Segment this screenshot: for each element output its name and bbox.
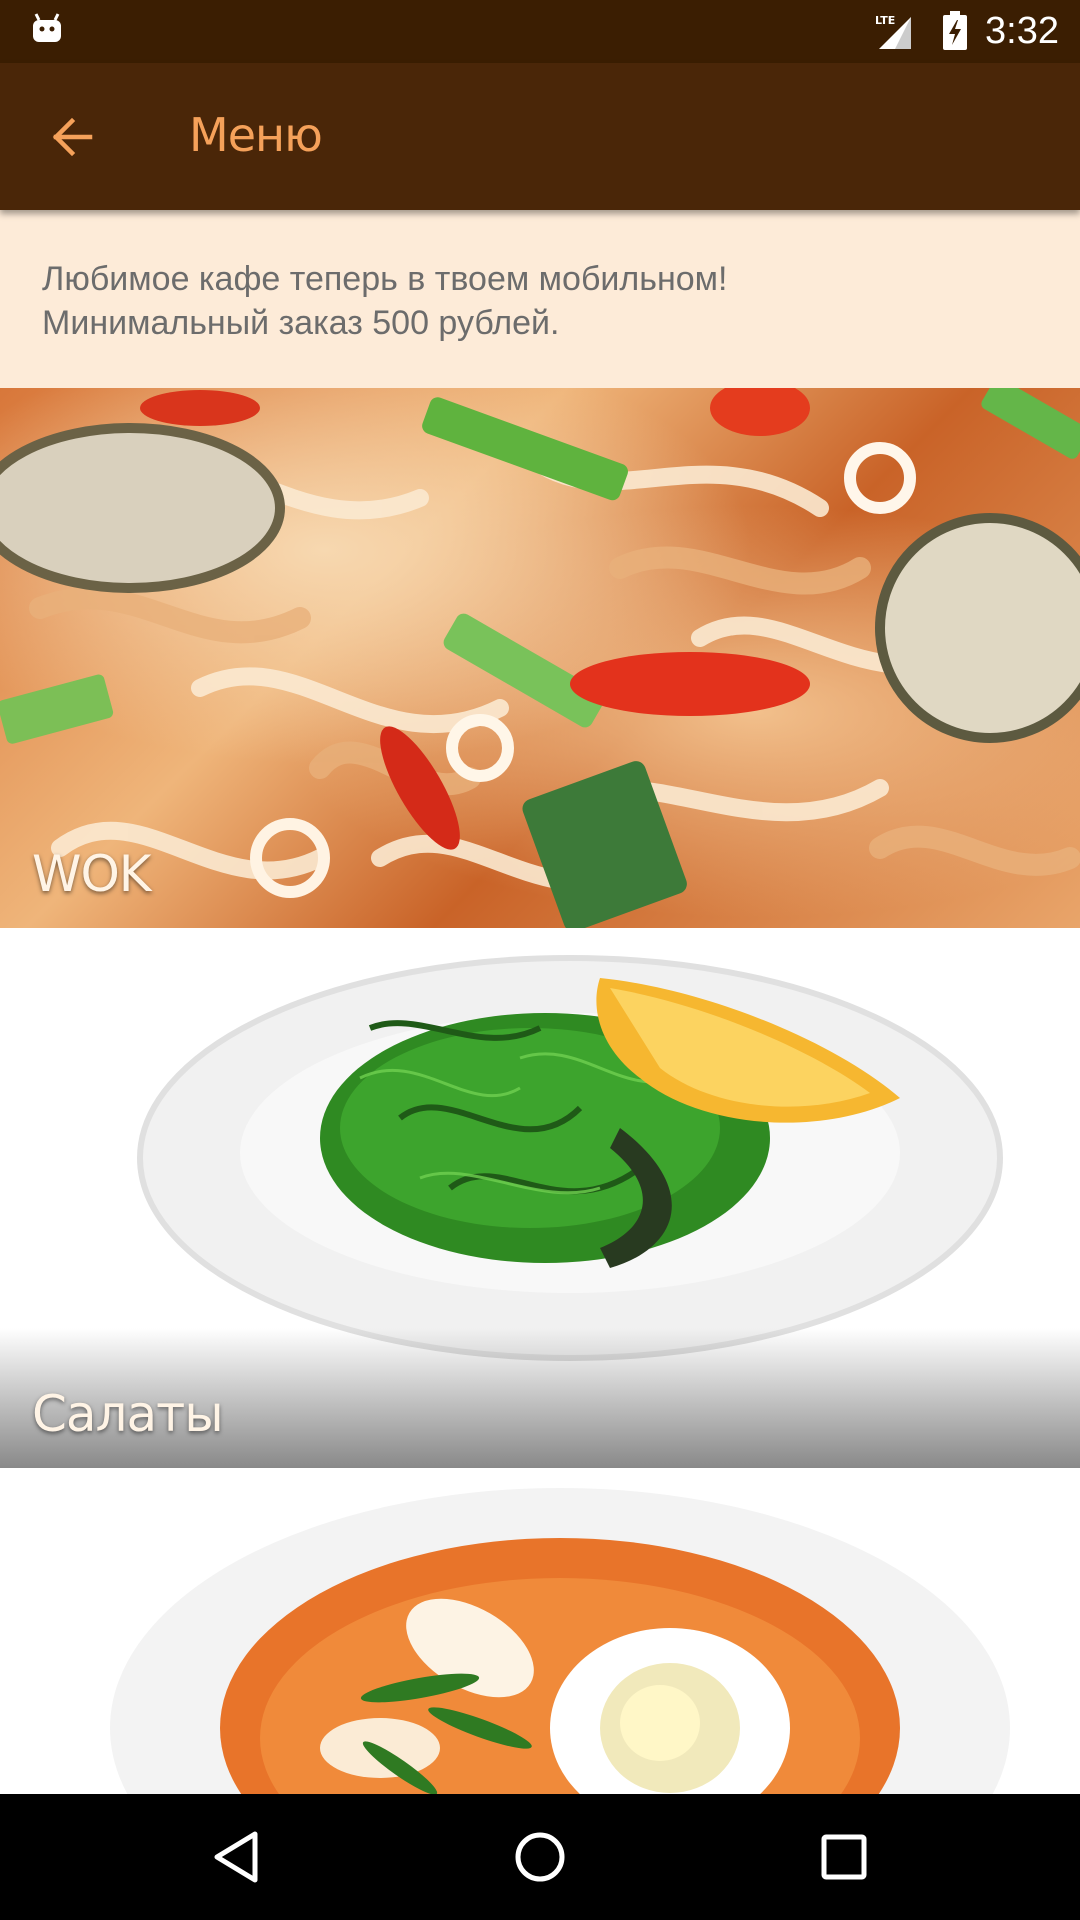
system-nav-bar [0, 1794, 1080, 1920]
lte-label: LTE [875, 14, 895, 27]
nav-back-icon [214, 1831, 258, 1883]
category-label-salads: Салаты [32, 1385, 224, 1443]
category-card-salads[interactable]: Салаты [0, 928, 1080, 1468]
page-title: Меню [189, 108, 323, 162]
arrow-left-icon [52, 117, 93, 157]
category-card-soups[interactable] [0, 1468, 1080, 1794]
status-bar: LTE 3:32 [0, 0, 1080, 63]
nav-back-button[interactable] [206, 1827, 266, 1887]
android-notification-icon [33, 13, 61, 42]
nav-recents-icon [821, 1834, 867, 1880]
nav-home-button[interactable] [510, 1827, 570, 1887]
back-button[interactable] [36, 101, 108, 173]
category-label-wok: WOK [32, 845, 152, 903]
battery-charging-icon [943, 11, 967, 50]
info-banner: Любимое кафе теперь в твоем мобильном! М… [0, 210, 1080, 388]
lte-signal-icon: LTE [875, 14, 911, 49]
info-banner-line-2: Минимальный заказ 500 рублей. [42, 304, 560, 342]
soup-photo [0, 1468, 1080, 1794]
category-card-wok[interactable]: WOK [0, 388, 1080, 928]
status-time: 3:32 [985, 10, 1059, 52]
nav-recents-button[interactable] [814, 1827, 874, 1887]
nav-home-icon [515, 1832, 565, 1882]
info-banner-line-1: Любимое кафе теперь в твоем мобильном! [42, 260, 728, 298]
app-bar: Меню [0, 63, 1080, 210]
wok-noodles-photo [0, 388, 1080, 928]
